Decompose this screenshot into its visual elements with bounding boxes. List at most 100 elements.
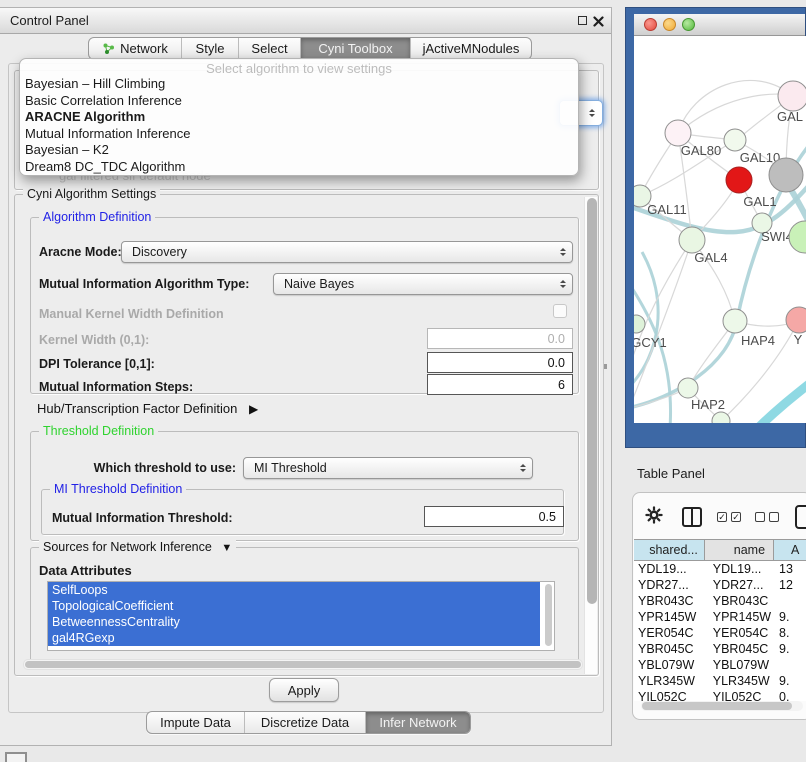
zoom-traffic-light-icon[interactable] [682,18,695,31]
tab-jactivemnodules[interactable]: jActiveMNodules [410,38,531,59]
table-row[interactable]: YDL19... YDL19... 13 [634,561,806,577]
network-node-unlabeled[interactable] [712,412,730,423]
column-header-partial[interactable]: A [774,540,806,560]
network-node-unlabeled[interactable] [789,221,806,253]
apply-button[interactable]: Apply [269,678,339,702]
resize-grip-speck [604,364,607,369]
attribute-item[interactable]: gal4RGexp [48,630,540,646]
attributes-vscrollbar[interactable] [544,583,553,649]
combo-stepper-icon [520,464,526,473]
cell-shared-name: YBL079W [634,657,705,673]
minimize-traffic-light-icon[interactable] [663,18,676,31]
tab-style[interactable]: Style [181,38,238,59]
which-threshold-label: Which threshold to use: [51,461,236,475]
tab-impute-data[interactable]: Impute Data [147,712,244,733]
attribute-item[interactable]: SelfLoops [48,582,540,598]
algorithm-option[interactable]: Basic Correlation Inference [20,93,578,110]
show-columns-icon[interactable] [682,507,702,527]
threshold-definition-group: Threshold Definition Which threshold to … [30,431,579,541]
attribute-item[interactable]: BetweennessCentrality [48,614,540,630]
network-node-hap2[interactable] [678,378,698,398]
network-node-y[interactable] [786,307,806,333]
cell-shared-name: YDL19... [634,561,705,577]
cell-value: 12 [774,577,806,593]
tab-network[interactable]: Network [89,38,181,59]
which-threshold-combo[interactable]: MI Threshold [243,457,533,479]
close-traffic-light-icon[interactable] [644,18,657,31]
mi-steps-field[interactable]: 6 [427,374,573,395]
close-icon[interactable] [593,15,604,26]
tab-infer-network[interactable]: Infer Network [365,712,470,733]
column-header-label: name [734,543,765,557]
algorithm-option[interactable]: Mutual Information Inference [20,126,578,143]
settings-horizontal-scrollbar[interactable] [23,659,583,670]
tab-infer-network-label: Infer Network [379,715,456,730]
tab-cyni-toolbox[interactable]: Cyni Toolbox [300,38,410,59]
cyni-toolbox-panel: gal filtered sif default node Select alg… [8,63,604,713]
algorithm-option[interactable]: ARACNE Algorithm [20,109,578,126]
float-window-icon[interactable] [578,16,587,25]
mi-type-value: Naive Bayes [284,277,554,291]
attributes-vscroll-thumb[interactable] [545,584,552,646]
column-header-shared-name[interactable]: shared... [634,540,705,560]
settings-vscroll-thumb[interactable] [587,198,597,604]
network-graph[interactable]: GALGAL80GAL10GAL1GAL11SWI4GAL4GCY1HAP4YH… [634,36,806,423]
node-label-y: Y [794,332,803,347]
settings-hscroll-thumb[interactable] [25,661,581,668]
tab-discretize-data[interactable]: Discretize Data [244,712,365,733]
algorithm-option[interactable]: Dream8 DC_TDC Algorithm [20,159,578,176]
network-node-hap4[interactable] [723,309,747,333]
control-panel-titlebar[interactable]: Control Panel [0,8,611,34]
cell-shared-name: YER054C [634,625,705,641]
network-graph-icon [102,42,115,55]
network-node-gal1[interactable] [726,167,752,193]
network-node-unlabeled[interactable] [769,158,803,192]
tab-select[interactable]: Select [238,38,300,59]
algorithm-dropdown: Select algorithm to view settings Bayesi… [19,58,579,176]
column-header-name[interactable]: name [705,540,774,560]
mi-type-combo[interactable]: Naive Bayes [273,273,573,295]
attribute-item-label: BetweennessCentrality [52,615,180,629]
table-row[interactable]: YBR045C YBR045C 9. [634,641,806,657]
table-hscroll-thumb[interactable] [642,702,792,710]
deselect-all-columns-icon[interactable] [755,512,783,522]
attribute-item[interactable]: TopologicalCoefficient [48,598,540,614]
table-row[interactable]: YBL079W YBL079W [634,657,806,673]
mi-threshold-label: Mutual Information Threshold: [52,511,233,525]
attribute-item-label: TopologicalCoefficient [52,599,173,613]
sources-group-title-row[interactable]: Sources for Network Inference ▼ [39,540,236,554]
mi-steps-label: Mutual Information Steps: [39,380,193,394]
algorithm-option[interactable]: Bayesian – Hill Climbing [20,76,578,93]
select-all-columns-icon[interactable]: ✓ ✓ [717,512,745,522]
table-row[interactable]: YLR345W YLR345W 9. [634,673,806,689]
dpi-tolerance-field[interactable]: 0.0 [427,352,573,373]
hub-factor-section-toggle[interactable]: Hub/Transcription Factor Definition ▶ [37,401,258,416]
table-row[interactable]: YIL052C YIL052C 0. [634,689,806,701]
cell-name: YIL052C [705,689,774,701]
settings-vertical-scrollbar[interactable] [584,197,597,674]
settings-gear-icon[interactable] [645,506,663,527]
floating-panel-handle-partial[interactable] [5,752,27,762]
algorithm-option[interactable]: Bayesian – K2 [20,142,578,159]
combo-stepper-icon [589,109,595,118]
dpi-tolerance-label: DPI Tolerance [0,1]: [39,357,155,371]
threshold-definition-title: Threshold Definition [39,424,158,438]
new-table-icon-partial[interactable] [795,505,806,529]
table-row[interactable]: YPR145W YPR145W 9. [634,609,806,625]
network-window-titlebar[interactable] [634,14,805,36]
table-row[interactable]: YDR27... YDR27... 12 [634,577,806,593]
table-row[interactable]: YER054C YER054C 8. [634,625,806,641]
network-node-gal[interactable] [778,81,806,111]
app-root: Control Panel Network Style Select Cyni … [0,0,806,762]
network-node-gal10[interactable] [724,129,746,151]
kernel-width-field[interactable]: 0.0 [427,328,573,349]
mi-threshold-title: MI Threshold Definition [50,482,186,496]
network-canvas[interactable]: GALGAL80GAL10GAL1GAL11SWI4GAL4GCY1HAP4YH… [634,36,806,423]
table-hscrollbar[interactable] [641,701,803,711]
cell-name: YBR045C [705,641,774,657]
manual-kernel-checkbox[interactable] [553,304,567,318]
aracne-mode-combo[interactable]: Discovery [121,241,573,263]
table-row[interactable]: YBR043C YBR043C [634,593,806,609]
network-nodes: GALGAL80GAL10GAL1GAL11SWI4GAL4GCY1HAP4YH… [634,81,806,423]
mi-threshold-field[interactable]: 0.5 [424,506,564,527]
